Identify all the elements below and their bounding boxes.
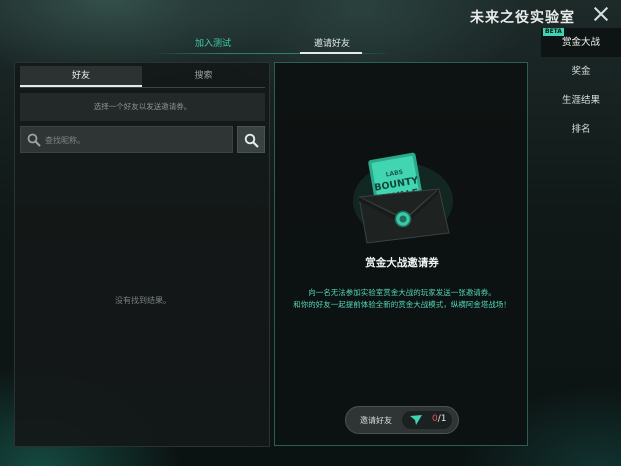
window-title: 未来之役实验室	[470, 10, 575, 26]
invite-friends-button[interactable]: 邀请好友 0/1	[345, 406, 459, 434]
invites-total: 1	[440, 414, 447, 424]
top-tab-bar: 加入测试 邀请好友	[152, 36, 392, 54]
nav-item-label: 生涯结果	[561, 95, 600, 106]
invite-card-description: 向一名无法参加实验室赏金大战的玩家发送一张邀请券。 和你的好友一起提前体验全新的…	[275, 287, 529, 311]
friends-subtabs: 好友 搜索	[20, 66, 265, 88]
description-line: 向一名无法参加实验室赏金大战的玩家发送一张邀请券。	[308, 288, 496, 297]
nav-item-label: 排名	[571, 124, 591, 135]
nav-item-label: 赏金大战	[561, 37, 600, 48]
search-icon	[27, 133, 41, 147]
invite-counter: 0/1	[402, 411, 452, 429]
subtab-search[interactable]: 搜索	[142, 66, 265, 87]
nav-item-bounty-battle[interactable]: BETA 赏金大战	[541, 28, 621, 57]
search-button[interactable]	[237, 126, 265, 153]
invite-card-title: 赏金大战邀请券	[365, 257, 439, 269]
close-icon[interactable]	[593, 6, 609, 22]
nav-item-rewards[interactable]: 奖金	[541, 57, 621, 86]
envelope-icon: LABS BOUNTY ROYALE	[353, 152, 453, 244]
nav-item-career-results[interactable]: 生涯结果	[541, 86, 621, 115]
tab-join-test[interactable]: 加入测试	[195, 36, 231, 54]
empty-results-message: 没有找到结果。	[115, 296, 171, 305]
invite-count: 0/1	[432, 414, 447, 424]
invite-card-panel: LABS BOUNTY ROYALE 赏金大战邀请券 向一名无法参加实验室赏金大…	[274, 62, 528, 446]
active-tab-indicator	[300, 52, 362, 54]
select-friend-hint: 选择一个好友以发送邀请券。	[20, 93, 265, 121]
beta-badge: BETA	[543, 28, 564, 36]
nav-item-ranking[interactable]: 排名	[541, 115, 621, 144]
search-input[interactable]	[45, 131, 225, 149]
friends-panel: 好友 搜索 选择一个好友以发送邀请券。 没有找到结果。	[14, 62, 270, 447]
invite-button-label: 邀请好友	[360, 416, 392, 425]
paper-plane-icon	[410, 415, 422, 425]
description-line: 和你的好友一起提前体验全新的赏金大战模式，纵横阿金塔战场！	[293, 300, 511, 309]
right-nav: BETA 赏金大战 奖金 生涯结果 排名	[541, 28, 621, 144]
nickname-search-field[interactable]	[20, 126, 233, 153]
subtab-friends[interactable]: 好友	[20, 66, 142, 87]
nav-item-label: 奖金	[571, 66, 591, 77]
search-icon	[244, 133, 259, 148]
